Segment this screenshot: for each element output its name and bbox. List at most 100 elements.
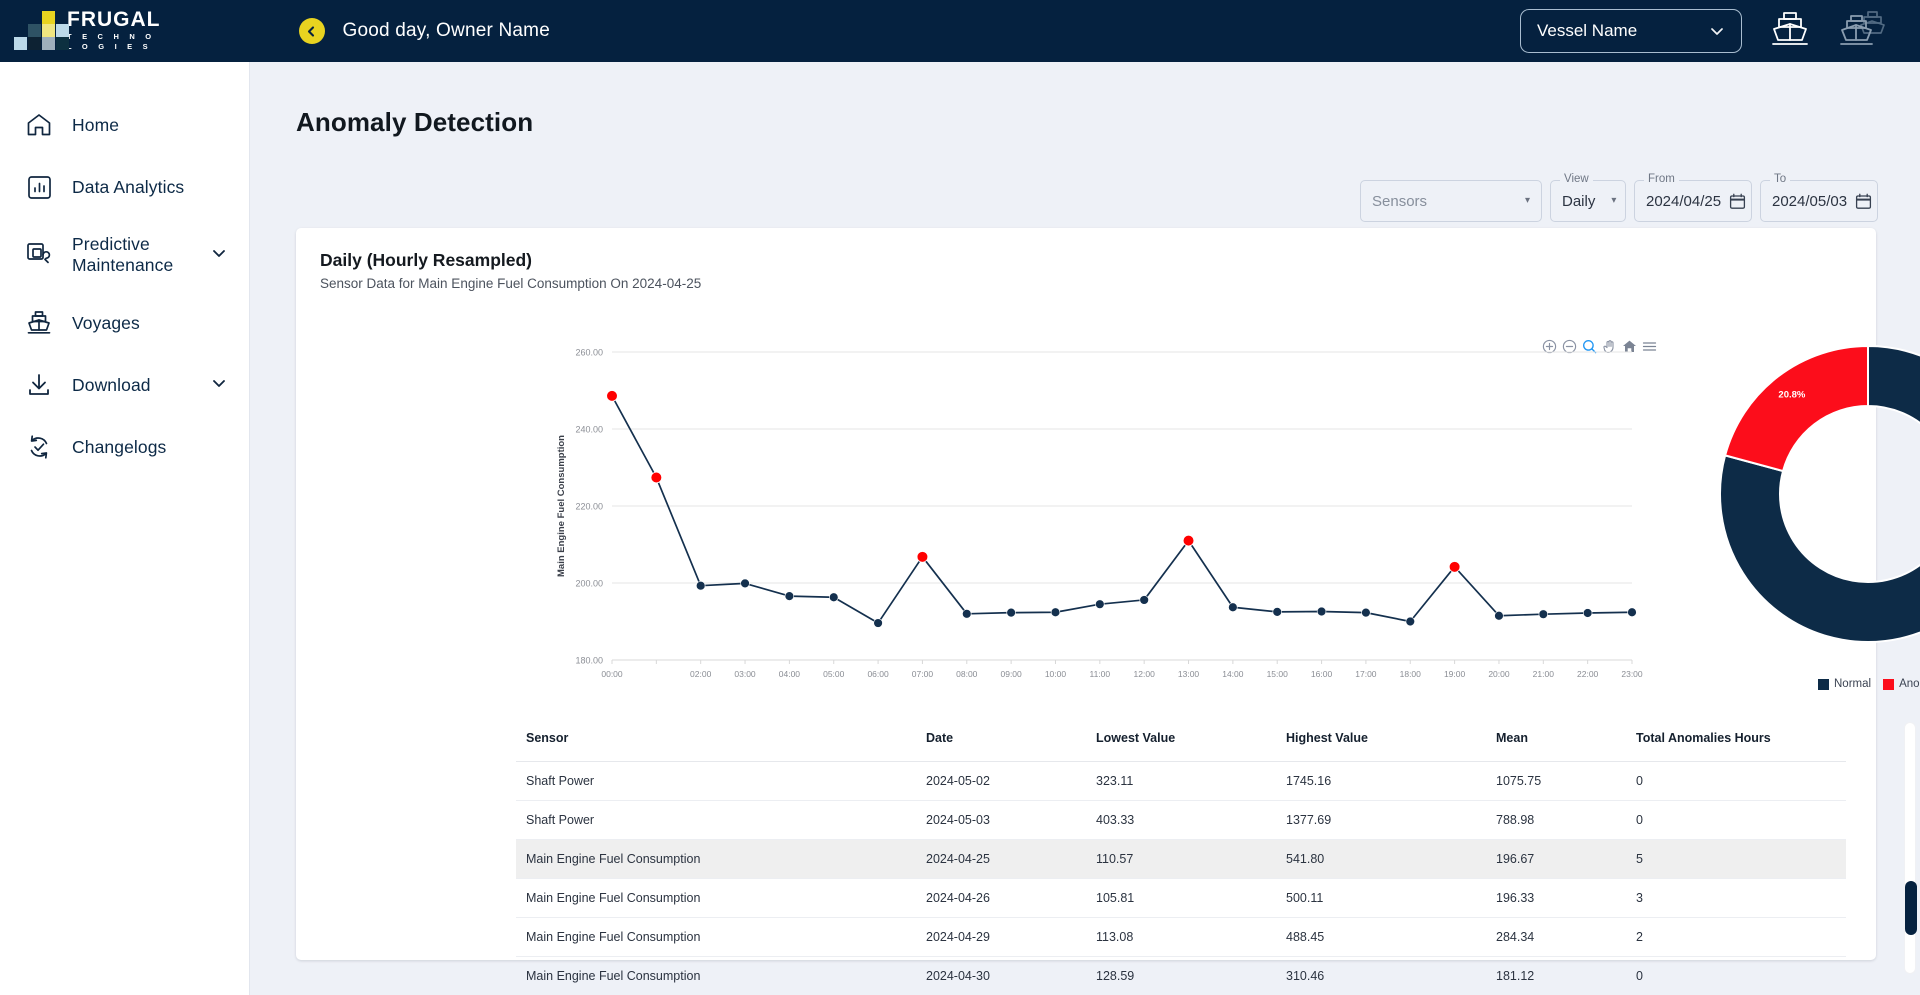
table-row[interactable]: Main Engine Fuel Consumption 2024-04-29 11… bbox=[516, 917, 1846, 957]
data-point[interactable] bbox=[1316, 606, 1327, 617]
sidebar-item-data-analytics[interactable]: Data Analytics bbox=[0, 156, 249, 218]
chevron-left-icon bbox=[307, 25, 315, 37]
to-date-input[interactable]: To 2024/05/03 bbox=[1760, 173, 1878, 222]
sidebar-item-label: Home bbox=[72, 114, 120, 135]
table-row[interactable]: Shaft Power 2024-05-02 323.11 1745.16 1075.7… bbox=[516, 761, 1846, 801]
logo-sub-1: T E C H N O bbox=[67, 32, 156, 41]
from-date-value: 2024/04/25 bbox=[1646, 192, 1722, 210]
from-date-input[interactable]: From 2024/04/25 bbox=[1634, 173, 1752, 222]
legend-item-anomalies[interactable]: Anomalies bbox=[1883, 678, 1920, 690]
y-axis-tick-label: 220.00 bbox=[575, 502, 603, 512]
legend-label: Anomalies bbox=[1899, 678, 1920, 690]
topbar-actions: Vessel Name bbox=[1520, 9, 1890, 53]
table-row[interactable]: Main Engine Fuel Consumption 2024-04-26 10… bbox=[516, 878, 1846, 918]
anomaly-data-point[interactable] bbox=[916, 551, 929, 563]
sidebar-item-changelogs[interactable]: Changelogs bbox=[0, 416, 249, 478]
back-button[interactable] bbox=[298, 18, 325, 44]
cell-mean: 196.67 bbox=[1486, 839, 1626, 879]
sidebar-item-download[interactable]: Download bbox=[0, 354, 249, 416]
y-axis-title: Main Engine Fuel Consumption bbox=[556, 435, 567, 577]
table-row[interactable]: Main Engine Fuel Consumption 2024-04-25 11… bbox=[516, 839, 1846, 879]
data-point[interactable] bbox=[1361, 607, 1371, 618]
data-point[interactable] bbox=[1405, 616, 1415, 627]
fleet-icon[interactable] bbox=[1838, 10, 1890, 52]
anomaly-data-point[interactable] bbox=[606, 390, 618, 402]
cell-lowest-value: 113.08 bbox=[1086, 917, 1276, 957]
x-axis-tick-label: 07:00 bbox=[912, 669, 934, 679]
data-point[interactable] bbox=[1050, 607, 1061, 617]
line-series-path bbox=[611, 395, 1633, 624]
data-point[interactable] bbox=[873, 618, 883, 628]
sensors-select-placeholder: Sensors bbox=[1372, 192, 1428, 210]
column-header-highest-value[interactable]: Highest Value bbox=[1276, 721, 1486, 762]
wrench-layers-icon bbox=[22, 238, 56, 272]
sensors-select[interactable]: Sensors ▾ bbox=[1360, 180, 1542, 222]
cell-total-anomalies-hours: 0 bbox=[1626, 761, 1846, 801]
anomaly-line-chart[interactable]: 180.00 200.00 220.00 240.00 260.00 Main Engin… bbox=[550, 342, 1650, 702]
anomaly-data-point[interactable] bbox=[1182, 534, 1195, 547]
cell-mean: 788.98 bbox=[1486, 800, 1626, 840]
calendar-icon[interactable] bbox=[1847, 193, 1872, 210]
data-point[interactable] bbox=[1228, 602, 1238, 612]
refresh-check-icon bbox=[22, 430, 56, 464]
card-title: Daily (Hourly Resampled) bbox=[320, 250, 532, 270]
anomaly-data-point[interactable] bbox=[650, 471, 663, 484]
scrollbar-thumb[interactable] bbox=[1905, 881, 1917, 935]
data-point[interactable] bbox=[695, 580, 706, 591]
brand-logo[interactable]: FRUGAL T E C H N O L O G I E S bbox=[14, 9, 161, 52]
filter-bar: Sensors ▾ View Daily ▾ From 2024/04/25 T… bbox=[1360, 173, 1878, 222]
column-header-lowest-value[interactable]: Lowest Value bbox=[1086, 721, 1276, 762]
ship-icon[interactable] bbox=[1768, 10, 1812, 52]
anomaly-table-wrapper: Sensor Date Lowest Value Highest Value M… bbox=[516, 721, 1856, 995]
vessel-select[interactable]: Vessel Name bbox=[1520, 9, 1742, 53]
card-subtitle: Sensor Data for Main Engine Fuel Consump… bbox=[320, 276, 702, 291]
x-axis-tick-label: 08:00 bbox=[956, 669, 978, 679]
content-scrollbar[interactable] bbox=[1904, 722, 1917, 974]
data-point[interactable] bbox=[784, 591, 795, 601]
y-axis-tick-label: 260.00 bbox=[575, 348, 603, 358]
calendar-icon[interactable] bbox=[1721, 193, 1746, 210]
x-axis-tick-label: 20:00 bbox=[1488, 669, 1510, 679]
x-axis-tick-label: 04:00 bbox=[779, 669, 801, 679]
donut-slice-anomalies[interactable] bbox=[1723, 344, 1869, 473]
data-point[interactable] bbox=[1139, 595, 1149, 605]
table-row[interactable]: Main Engine Fuel Consumption 2024-04-30 12… bbox=[516, 956, 1846, 995]
data-point[interactable] bbox=[1095, 599, 1105, 609]
sidebar-item-predictive-maintenance[interactable]: Predictive Maintenance bbox=[0, 218, 249, 292]
anomaly-table: Sensor Date Lowest Value Highest Value M… bbox=[516, 721, 1846, 995]
data-point[interactable] bbox=[1627, 607, 1637, 617]
anomaly-donut-chart[interactable]: 79.2%20.8% bbox=[1718, 344, 1920, 644]
legend-swatch bbox=[1818, 678, 1829, 690]
cell-total-anomalies-hours: 2 bbox=[1626, 917, 1846, 957]
column-header-total-anomalies-hours[interactable]: Total Anomalies Hours bbox=[1626, 721, 1846, 762]
home-icon bbox=[22, 108, 56, 142]
data-point[interactable] bbox=[1006, 607, 1016, 618]
view-select[interactable]: View Daily ▾ bbox=[1550, 173, 1626, 222]
x-axis-tick-label: 02:00 bbox=[690, 669, 712, 679]
column-header-mean[interactable]: Mean bbox=[1486, 721, 1626, 762]
cell-total-anomalies-hours: 0 bbox=[1626, 800, 1846, 840]
data-point[interactable] bbox=[962, 609, 972, 619]
cell-lowest-value: 323.11 bbox=[1086, 761, 1276, 801]
chart-box-icon bbox=[22, 170, 56, 204]
anomaly-data-point[interactable] bbox=[1448, 561, 1461, 573]
column-header-date[interactable]: Date bbox=[916, 721, 1086, 762]
table-row[interactable]: Shaft Power 2024-05-03 403.33 1377.69 788.98… bbox=[516, 800, 1846, 840]
y-axis-tick-label: 200.00 bbox=[575, 579, 603, 589]
dropdown-arrow-icon: ▾ bbox=[1524, 195, 1530, 206]
data-point[interactable] bbox=[740, 578, 750, 589]
column-header-sensor[interactable]: Sensor bbox=[516, 721, 916, 762]
data-point[interactable] bbox=[1494, 611, 1504, 621]
chevron-down-icon[interactable] bbox=[209, 243, 229, 268]
data-point[interactable] bbox=[1538, 609, 1549, 619]
cell-lowest-value: 403.33 bbox=[1086, 800, 1276, 840]
sidebar-item-voyages[interactable]: Voyages bbox=[0, 292, 249, 354]
sidebar-item-home[interactable]: Home bbox=[0, 94, 249, 156]
download-icon bbox=[22, 368, 56, 402]
cell-sensor: Main Engine Fuel Consumption bbox=[516, 878, 916, 918]
data-point[interactable] bbox=[829, 592, 839, 602]
data-point[interactable] bbox=[1272, 607, 1282, 617]
data-point[interactable] bbox=[1582, 608, 1593, 618]
chevron-down-icon[interactable] bbox=[209, 373, 229, 398]
legend-item-normal[interactable]: Normal bbox=[1818, 678, 1871, 690]
